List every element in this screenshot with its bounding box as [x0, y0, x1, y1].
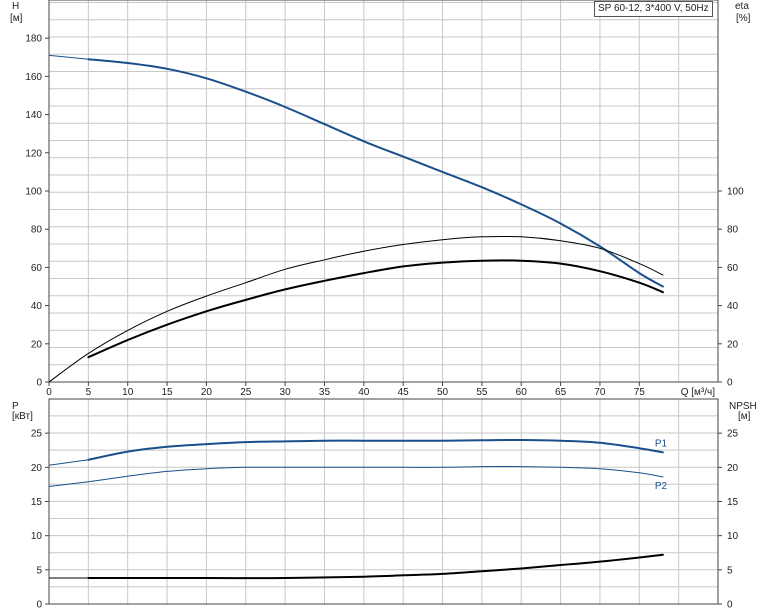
x-tick-label: 70	[594, 387, 606, 398]
left-tick-label: 5	[36, 565, 42, 576]
series-head-extension	[49, 54, 89, 60]
x-tick-label: 50	[437, 387, 449, 398]
left-tick-label: 180	[25, 34, 42, 45]
left-axis-unit: [кВт]	[12, 411, 33, 422]
left-tick-label: 25	[31, 429, 43, 440]
x-tick-label: 25	[240, 387, 252, 398]
x-tick-label: 35	[319, 387, 331, 398]
left-tick-label: 160	[25, 72, 42, 83]
x-tick-label: 55	[476, 387, 488, 398]
series-eta_thick-line	[87, 259, 664, 359]
left-tick-label: 60	[31, 263, 43, 274]
right-tick-label: 60	[727, 263, 739, 274]
right-axis-title: eta	[735, 1, 749, 12]
series-p2-line	[49, 466, 664, 487]
panel-head-efficiency: 020406080100120140160180020406080100H[м]…	[10, 0, 751, 398]
left-tick-label: 140	[25, 110, 42, 121]
left-axis-unit: [м]	[10, 13, 23, 24]
right-tick-label: 100	[727, 187, 744, 198]
right-tick-label: 80	[727, 225, 739, 236]
left-tick-label: 100	[25, 187, 42, 198]
panel-power-npsh: 05101520250510152025P[кВт]NPSH[м]P1P2	[12, 398, 757, 611]
series-head-line	[87, 58, 664, 288]
series-label-p1: P1	[655, 438, 668, 449]
right-tick-label: 25	[727, 429, 739, 440]
x-tick-label: 5	[86, 387, 92, 398]
left-axis-title: H	[12, 1, 19, 12]
right-tick-label: 20	[727, 463, 739, 474]
right-axis-unit: [%]	[736, 13, 751, 24]
left-tick-label: 15	[31, 497, 43, 508]
series-npsh-line	[87, 553, 664, 580]
right-tick-label: 5	[727, 565, 733, 576]
x-tick-label: 45	[398, 387, 410, 398]
x-tick-label: 20	[201, 387, 213, 398]
left-tick-label: 0	[36, 378, 42, 389]
x-tick-label: 40	[358, 387, 370, 398]
x-tick-label: 0	[46, 387, 52, 398]
model-label: SP 60-12, 3*400 V, 50Hz	[594, 1, 713, 17]
right-tick-label: 0	[727, 378, 733, 389]
left-tick-label: 10	[31, 531, 43, 542]
x-axis-title: Q [м³/ч]	[681, 387, 716, 398]
plot-frame	[48, 0, 719, 383]
x-tick-label: 65	[555, 387, 567, 398]
left-tick-label: 20	[31, 339, 43, 350]
series-p1-extension	[49, 459, 89, 466]
series-eta_thin-line	[49, 235, 664, 382]
right-tick-label: 20	[727, 339, 739, 350]
pump-performance-chart: 020406080100120140160180020406080100H[м]…	[10, 0, 757, 611]
right-tick-label: 15	[727, 497, 739, 508]
series-label-p2: P2	[655, 481, 668, 492]
right-tick-label: 40	[727, 301, 739, 312]
x-tick-label: 60	[516, 387, 528, 398]
left-tick-label: 80	[31, 225, 43, 236]
x-tick-label: 75	[634, 387, 646, 398]
left-tick-label: 20	[31, 463, 43, 474]
x-tick-label: 30	[280, 387, 292, 398]
x-tick-label: 15	[161, 387, 173, 398]
right-tick-label: 0	[727, 600, 733, 611]
right-tick-label: 10	[727, 531, 739, 542]
right-axis-unit: [м]	[738, 411, 751, 422]
left-tick-label: 0	[36, 600, 42, 611]
left-tick-label: 40	[31, 301, 43, 312]
left-tick-label: 120	[25, 148, 42, 159]
x-tick-label: 10	[122, 387, 134, 398]
